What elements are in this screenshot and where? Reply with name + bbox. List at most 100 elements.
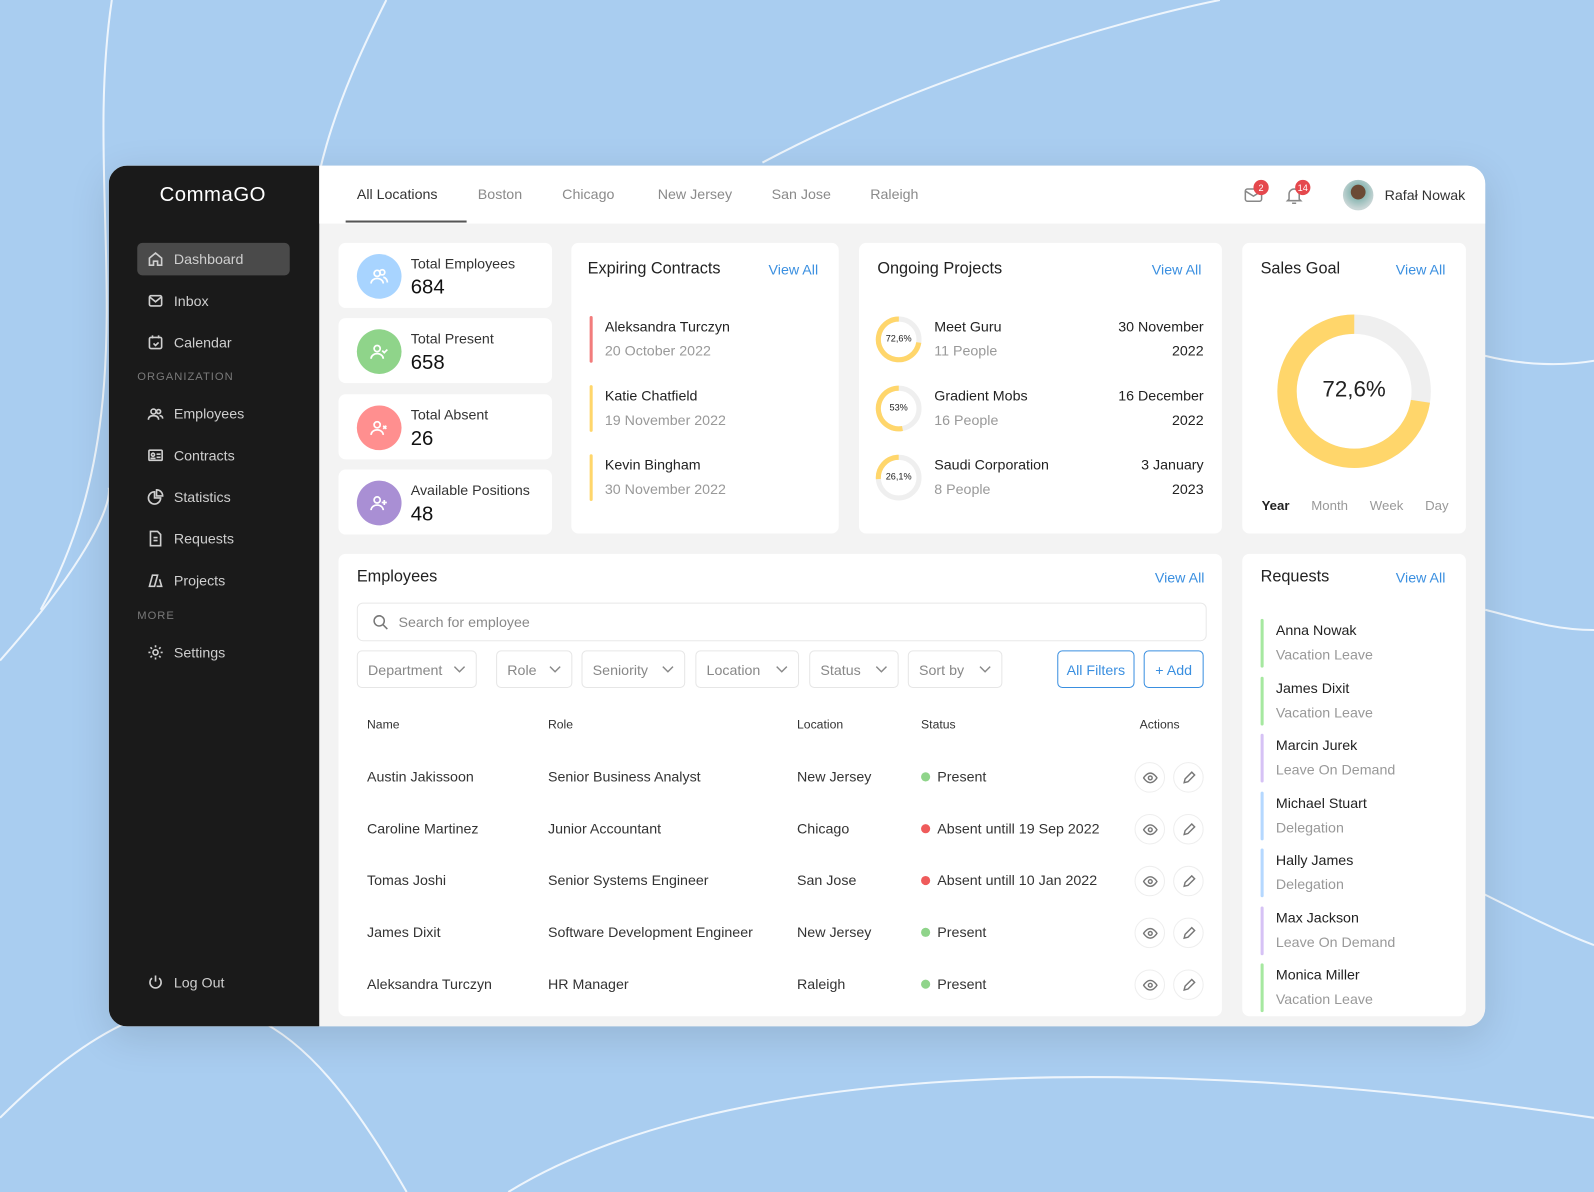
contract-color-bar [589, 385, 593, 432]
sidebar-item-label: Inbox [173, 292, 209, 309]
status-dot [921, 824, 931, 834]
section-more: MORE [137, 609, 175, 622]
employee-status: Present [921, 924, 986, 940]
search-icon [373, 615, 388, 630]
column-header-location[interactable]: Location [797, 717, 843, 731]
sidebar-item-label: Dashboard [173, 251, 244, 268]
project-name: Meet Guru [934, 318, 1002, 335]
sidebar-item-employees[interactable]: Employees [137, 397, 289, 430]
stat-card-total-present: Total Present 658 [338, 318, 553, 384]
contract-name: Katie Chatfield [604, 387, 698, 404]
view-button[interactable] [1134, 865, 1166, 897]
all-filters-button[interactable]: All Filters [1057, 650, 1135, 688]
stat-icon-circle [356, 405, 402, 451]
edit-button[interactable] [1173, 865, 1204, 897]
contract-name: Aleksandra Turczyn [604, 318, 730, 335]
employee-role: Software Development Engineer [547, 923, 753, 940]
contract-name: Kevin Bingham [604, 456, 701, 473]
project-percent: 26,1% [885, 471, 912, 482]
section-organization: ORGANIZATION [137, 370, 234, 384]
view-all-link[interactable]: View All [1396, 261, 1446, 277]
logout-button[interactable]: Log Out [137, 966, 289, 999]
sidebar-item-contracts[interactable]: Contracts [137, 439, 289, 472]
sidebar-item-inbox[interactable]: Inbox [137, 285, 289, 318]
user-icon [370, 344, 388, 359]
pencil-icon [1182, 977, 1196, 991]
view-all-link[interactable]: View All [1152, 261, 1202, 277]
employee-location: New Jersey [797, 768, 872, 785]
request-name: Monica Miller [1275, 966, 1360, 983]
view-all-link[interactable]: View All [1396, 569, 1446, 585]
filter-role-dropdown[interactable]: Role [496, 650, 573, 688]
tab-san-jose[interactable]: San Jose [772, 186, 831, 202]
tab-raleigh[interactable]: Raleigh [870, 186, 918, 202]
stat-label: Total Present [410, 330, 494, 347]
view-all-link[interactable]: View All [769, 261, 819, 277]
view-button[interactable] [1134, 969, 1166, 1000]
column-header-role[interactable]: Role [548, 717, 573, 731]
project-people: 11 People [934, 342, 998, 359]
view-button[interactable] [1134, 813, 1166, 845]
stat-value: 684 [410, 276, 445, 299]
employee-location: Chicago [797, 820, 850, 837]
sidebar-item-settings[interactable]: Settings [137, 636, 289, 669]
request-color-bar [1260, 905, 1264, 955]
filter-seniority-dropdown[interactable]: Seniority [581, 650, 686, 688]
contract-date: 19 November 2022 [604, 411, 726, 428]
tab-all-locations[interactable]: All Locations [357, 186, 438, 202]
view-all-link[interactable]: View All [1155, 569, 1205, 585]
eye-icon [1142, 771, 1158, 783]
employee-location: New Jersey [797, 923, 872, 940]
edit-button[interactable] [1173, 813, 1204, 845]
user-name[interactable]: Rafał Nowak [1385, 187, 1466, 203]
view-button[interactable] [1134, 762, 1166, 793]
edit-button[interactable] [1173, 917, 1204, 949]
filter-sort-by-dropdown[interactable]: Sort by [907, 650, 1003, 688]
mail-icon [148, 294, 163, 307]
view-button[interactable] [1134, 917, 1166, 949]
column-header-name[interactable]: Name [367, 717, 400, 731]
sidebar-item-label: Employees [173, 405, 245, 422]
user-icon [370, 496, 387, 511]
period-week[interactable]: Week [1370, 498, 1404, 513]
tab-chicago[interactable]: Chicago [562, 186, 614, 202]
request-name: Max Jackson [1275, 908, 1359, 926]
request-type: Delegation [1275, 818, 1344, 835]
add-employee-button[interactable]: + Add [1143, 650, 1204, 688]
tab-new-jersey[interactable]: New Jersey [658, 186, 732, 202]
stat-card-total-absent: Total Absent 26 [338, 394, 553, 460]
filter-department-dropdown[interactable]: Department [356, 650, 477, 688]
filter-location-dropdown[interactable]: Location [695, 650, 800, 688]
sidebar-item-statistics[interactable]: Statistics [137, 481, 289, 514]
edit-button[interactable] [1173, 969, 1204, 1000]
period-year[interactable]: Year [1262, 498, 1290, 513]
employee-role: Senior Business Analyst [547, 768, 701, 785]
period-month[interactable]: Month [1311, 498, 1348, 513]
request-type: Vacation Leave [1275, 703, 1373, 720]
employee-name: James Dixit [366, 923, 441, 940]
project-people: 16 People [934, 411, 999, 428]
filter-label: Role [507, 661, 537, 678]
period-day[interactable]: Day [1425, 498, 1449, 513]
sidebar-item-projects[interactable]: Projects [137, 564, 289, 597]
request-type: Leave On Demand [1275, 761, 1396, 778]
employee-status: Absent untill 19 Sep 2022 [921, 820, 1100, 836]
sidebar-item-label: Requests [173, 530, 234, 547]
app-logo: CommaGO [159, 183, 266, 207]
filter-label: Location [706, 661, 761, 678]
sidebar-item-calendar[interactable]: Calendar [137, 326, 289, 359]
users-icon [147, 408, 164, 420]
filter-label: Department [368, 661, 443, 678]
pencil-icon [1182, 822, 1196, 835]
sidebar-item-dashboard[interactable]: Dashboard [137, 242, 290, 276]
status-dot [921, 875, 931, 886]
avatar[interactable] [1342, 179, 1374, 211]
employee-search-input[interactable]: Search for employee [356, 602, 1207, 642]
chevron-down-icon [662, 665, 674, 673]
stat-card-available-positions: Available Positions 48 [338, 469, 553, 535]
edit-button[interactable] [1173, 762, 1204, 793]
request-type: Vacation Leave [1275, 990, 1373, 1008]
filter-status-dropdown[interactable]: Status [809, 650, 899, 688]
tab-boston[interactable]: Boston [478, 186, 522, 202]
sidebar-item-requests[interactable]: Requests [137, 522, 289, 555]
